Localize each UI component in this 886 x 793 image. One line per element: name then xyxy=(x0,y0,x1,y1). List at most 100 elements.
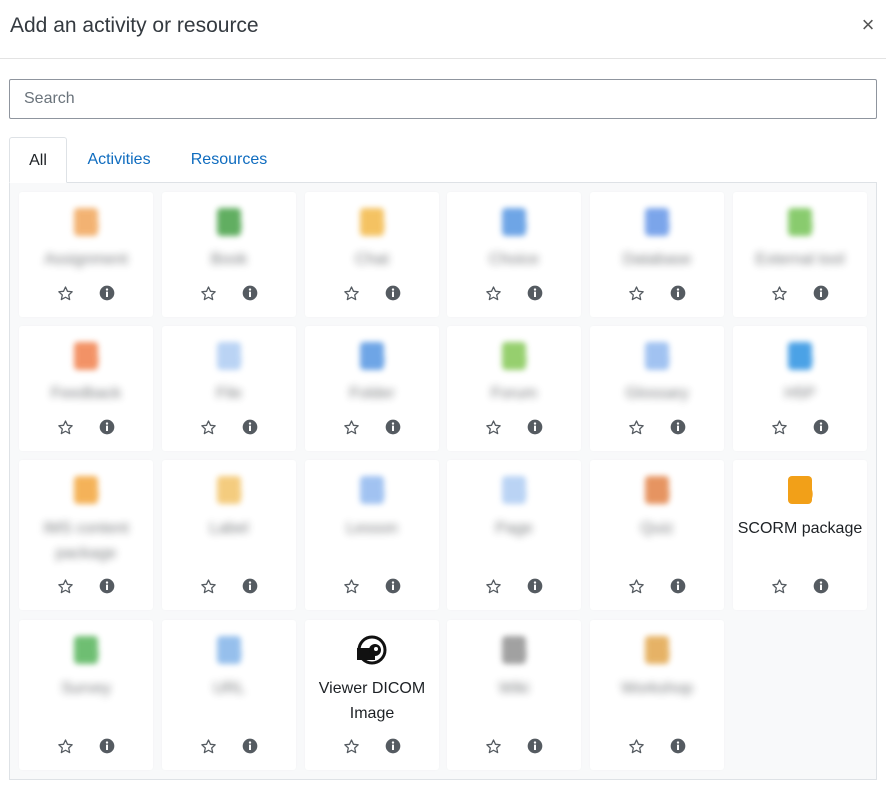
activity-label: Survey xyxy=(61,680,111,697)
glossary-icon xyxy=(639,338,675,374)
ims-package-icon xyxy=(68,472,104,508)
info-icon[interactable] xyxy=(384,737,402,755)
info-icon[interactable] xyxy=(669,737,687,755)
info-icon[interactable] xyxy=(526,284,544,302)
activity-card[interactable]: IMS content package xyxy=(19,460,153,610)
modal-header: Add an activity or resource × xyxy=(0,0,886,59)
quiz-icon xyxy=(639,472,675,508)
activity-card[interactable]: SCORM package xyxy=(733,460,867,610)
info-icon[interactable] xyxy=(526,577,544,595)
card-actions xyxy=(733,577,867,595)
activity-card[interactable]: Label xyxy=(162,460,296,610)
info-icon[interactable] xyxy=(812,577,830,595)
star-icon[interactable] xyxy=(342,577,360,595)
info-icon[interactable] xyxy=(241,418,259,436)
activity-label: Viewer DICOM Image xyxy=(318,680,426,722)
info-icon[interactable] xyxy=(526,737,544,755)
activity-card[interactable]: Page xyxy=(447,460,581,610)
activity-card[interactable]: Chat xyxy=(305,192,439,317)
activity-card[interactable]: H5P xyxy=(733,326,867,451)
info-icon[interactable] xyxy=(812,284,830,302)
star-icon[interactable] xyxy=(484,284,502,302)
tab-activities[interactable]: Activities xyxy=(75,137,163,183)
star-icon[interactable] xyxy=(770,418,788,436)
card-actions xyxy=(590,737,724,755)
star-icon[interactable] xyxy=(770,577,788,595)
tab-all[interactable]: All xyxy=(9,137,67,183)
star-icon[interactable] xyxy=(627,284,645,302)
book-icon xyxy=(211,204,247,240)
activity-card[interactable]: External tool xyxy=(733,192,867,317)
star-icon[interactable] xyxy=(342,737,360,755)
page-icon xyxy=(496,472,532,508)
activity-card[interactable]: Forum xyxy=(447,326,581,451)
activity-card[interactable]: Book xyxy=(162,192,296,317)
card-actions xyxy=(162,737,296,755)
card-actions xyxy=(19,737,153,755)
info-icon[interactable] xyxy=(669,577,687,595)
activity-card[interactable]: URL xyxy=(162,620,296,770)
activity-card[interactable]: Quiz xyxy=(590,460,724,610)
tab-resources[interactable]: Resources xyxy=(177,137,281,183)
activity-card[interactable]: File xyxy=(162,326,296,451)
file-icon xyxy=(211,338,247,374)
info-icon[interactable] xyxy=(384,418,402,436)
star-icon[interactable] xyxy=(199,418,217,436)
info-icon[interactable] xyxy=(241,284,259,302)
card-actions xyxy=(305,418,439,436)
info-icon[interactable] xyxy=(241,577,259,595)
info-icon[interactable] xyxy=(526,418,544,436)
info-icon[interactable] xyxy=(98,737,116,755)
activity-label: Glossary xyxy=(625,385,689,402)
star-icon[interactable] xyxy=(199,284,217,302)
star-icon[interactable] xyxy=(484,418,502,436)
activity-card[interactable]: Feedback xyxy=(19,326,153,451)
info-icon[interactable] xyxy=(384,577,402,595)
star-icon[interactable] xyxy=(199,577,217,595)
activity-card[interactable]: Wiki xyxy=(447,620,581,770)
card-actions xyxy=(162,284,296,302)
star-icon[interactable] xyxy=(342,418,360,436)
info-icon[interactable] xyxy=(98,284,116,302)
activity-card[interactable]: Workshop xyxy=(590,620,724,770)
card-actions xyxy=(733,284,867,302)
chat-icon xyxy=(354,204,390,240)
info-icon[interactable] xyxy=(812,418,830,436)
info-icon[interactable] xyxy=(98,577,116,595)
info-icon[interactable] xyxy=(669,418,687,436)
star-icon[interactable] xyxy=(484,737,502,755)
card-actions xyxy=(19,418,153,436)
star-icon[interactable] xyxy=(56,284,74,302)
h5p-icon xyxy=(782,338,818,374)
star-icon[interactable] xyxy=(342,284,360,302)
card-actions xyxy=(590,577,724,595)
info-icon[interactable] xyxy=(669,284,687,302)
activity-card[interactable]: Lesson xyxy=(305,460,439,610)
activity-card[interactable]: Database xyxy=(590,192,724,317)
activity-card[interactable]: Viewer DICOM Image xyxy=(305,620,439,770)
star-icon[interactable] xyxy=(56,418,74,436)
star-icon[interactable] xyxy=(56,577,74,595)
activity-label: External tool xyxy=(755,251,845,268)
info-icon[interactable] xyxy=(98,418,116,436)
activity-card[interactable]: Glossary xyxy=(590,326,724,451)
activity-card[interactable]: Folder xyxy=(305,326,439,451)
activity-card[interactable]: Assignment xyxy=(19,192,153,317)
info-icon[interactable] xyxy=(241,737,259,755)
star-icon[interactable] xyxy=(199,737,217,755)
close-icon[interactable]: × xyxy=(856,12,880,38)
star-icon[interactable] xyxy=(56,737,74,755)
star-icon[interactable] xyxy=(627,737,645,755)
star-icon[interactable] xyxy=(627,577,645,595)
activity-label: Chat xyxy=(355,251,389,268)
activity-card[interactable]: Choice xyxy=(447,192,581,317)
activity-label: H5P xyxy=(784,385,816,402)
star-icon[interactable] xyxy=(770,284,788,302)
info-icon[interactable] xyxy=(384,284,402,302)
star-icon[interactable] xyxy=(484,577,502,595)
star-icon[interactable] xyxy=(627,418,645,436)
card-actions xyxy=(19,284,153,302)
choice-icon xyxy=(496,204,532,240)
search-input[interactable] xyxy=(9,79,877,119)
activity-card[interactable]: Survey xyxy=(19,620,153,770)
